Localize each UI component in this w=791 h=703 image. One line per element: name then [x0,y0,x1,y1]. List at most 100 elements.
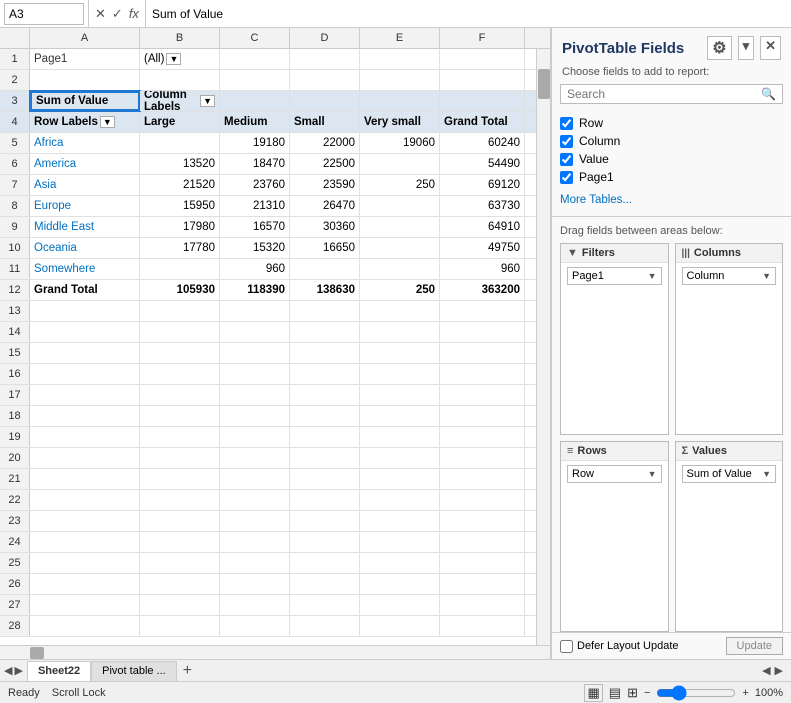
cell-c11[interactable]: 960 [220,259,290,279]
cell-d10[interactable]: 16650 [290,238,360,258]
zoom-slider[interactable] [656,685,736,701]
prev-sheet-icon[interactable]: ◀ [4,664,12,677]
cell-c5[interactable]: 19180 [220,133,290,153]
cell-e3[interactable] [360,91,440,111]
cell-b2[interactable] [140,70,220,90]
cell-d4[interactable]: Small [290,112,360,132]
cell-ref-input[interactable] [4,3,84,25]
close-icon[interactable]: ✕ [760,36,781,60]
cell-b5[interactable] [140,133,220,153]
h-scroll-thumb[interactable] [30,647,44,659]
page-break-icon[interactable]: ⊞ [627,685,638,701]
scroll-left-icon[interactable]: ◀ [762,664,770,677]
rows-dropdown[interactable]: Row ▼ [567,465,662,483]
update-button[interactable]: Update [726,637,783,655]
list-item[interactable]: Column [560,132,783,150]
cell-b9[interactable]: 17980 [140,217,220,237]
cell-a9[interactable]: Middle East [30,217,140,237]
cell-a11[interactable]: Somewhere [30,259,140,279]
settings-icon[interactable]: ⚙ [707,36,731,60]
cell-f6[interactable]: 54490 [440,154,525,174]
row-labels-dropdown[interactable]: ▼ [100,116,115,128]
cell-d5[interactable]: 22000 [290,133,360,153]
cell-b6[interactable]: 13520 [140,154,220,174]
cell-f8[interactable]: 63730 [440,196,525,216]
cell-e9[interactable] [360,217,440,237]
cell-d9[interactable]: 30360 [290,217,360,237]
cell-a8[interactable]: Europe [30,196,140,216]
scroll-right-icon[interactable]: ▶ [775,664,783,677]
cell-c7[interactable]: 23760 [220,175,290,195]
cell-c12[interactable]: 118390 [220,280,290,300]
zoom-plus-icon[interactable]: + [742,687,748,699]
cell-c3[interactable] [220,91,290,111]
grid-body[interactable]: 1 Page1 (All) ▼ 2 [0,49,536,645]
cell-b8[interactable]: 15950 [140,196,220,216]
cell-d7[interactable]: 23590 [290,175,360,195]
cell-a12[interactable]: Grand Total [30,280,140,300]
filters-dropdown-arrow[interactable]: ▼ [648,271,657,281]
cell-f10[interactable]: 49750 [440,238,525,258]
col-labels-dropdown[interactable]: ▼ [200,95,215,107]
list-item[interactable]: Row [560,114,783,132]
page-filter-dropdown[interactable]: ▼ [166,53,181,65]
scroll-thumb[interactable] [538,69,550,99]
cell-f2[interactable] [440,70,525,90]
horizontal-scrollbar[interactable] [0,645,550,659]
defer-checkbox-input[interactable] [560,640,573,653]
values-dropdown[interactable]: Sum of Value ▼ [682,465,777,483]
cell-e10[interactable] [360,238,440,258]
tab-sheet22[interactable]: Sheet22 [27,661,91,681]
cell-c2[interactable] [220,70,290,90]
cell-a4[interactable]: Row Labels ▼ [30,112,140,132]
add-sheet-button[interactable]: + [177,662,198,680]
cell-e2[interactable] [360,70,440,90]
cell-d8[interactable]: 26470 [290,196,360,216]
cell-f11[interactable]: 960 [440,259,525,279]
search-input[interactable] [567,87,761,101]
cell-e8[interactable] [360,196,440,216]
field-checkbox-row[interactable] [560,117,573,130]
cell-e6[interactable] [360,154,440,174]
cell-c8[interactable]: 21310 [220,196,290,216]
fx-icon[interactable]: fx [129,6,139,21]
cell-f12[interactable]: 363200 [440,280,525,300]
cell-b12[interactable]: 105930 [140,280,220,300]
cell-c6[interactable]: 18470 [220,154,290,174]
field-checkbox-page1[interactable] [560,171,573,184]
cell-c9[interactable]: 16570 [220,217,290,237]
cell-a3[interactable]: Sum of Value [30,91,140,111]
cell-f4[interactable]: Grand Total [440,112,525,132]
cell-d2[interactable] [290,70,360,90]
cell-a10[interactable]: Oceania [30,238,140,258]
cell-b11[interactable] [140,259,220,279]
cell-a6[interactable]: America [30,154,140,174]
chevron-down-icon[interactable]: ▾ [738,36,755,60]
search-icon[interactable]: 🔍 [761,87,776,101]
cell-b7[interactable]: 21520 [140,175,220,195]
normal-view-icon[interactable]: ▦ [584,684,602,702]
page-layout-icon[interactable]: ▤ [609,685,621,701]
cell-a1[interactable]: Page1 [30,49,140,69]
list-item[interactable]: Value [560,150,783,168]
field-checkbox-value[interactable] [560,153,573,166]
cell-a5[interactable]: Africa [30,133,140,153]
formula-input[interactable] [146,7,787,21]
cell-e4[interactable]: Very small [360,112,440,132]
columns-dropdown-arrow[interactable]: ▼ [762,271,771,281]
cancel-icon[interactable]: ✕ [95,6,106,22]
cell-d3[interactable] [290,91,360,111]
zoom-minus-icon[interactable]: − [644,687,650,699]
cell-d11[interactable] [290,259,360,279]
filters-dropdown[interactable]: Page1 ▼ [567,267,662,285]
cell-f3[interactable] [440,91,525,111]
cell-d12[interactable]: 138630 [290,280,360,300]
cell-f5[interactable]: 60240 [440,133,525,153]
cell-b4[interactable]: Large [140,112,220,132]
defer-checkbox[interactable]: Defer Layout Update [560,640,679,653]
vertical-scrollbar[interactable] [536,49,550,645]
cell-f9[interactable]: 64910 [440,217,525,237]
values-dropdown-arrow[interactable]: ▼ [762,469,771,479]
field-checkbox-column[interactable] [560,135,573,148]
cell-a7[interactable]: Asia [30,175,140,195]
